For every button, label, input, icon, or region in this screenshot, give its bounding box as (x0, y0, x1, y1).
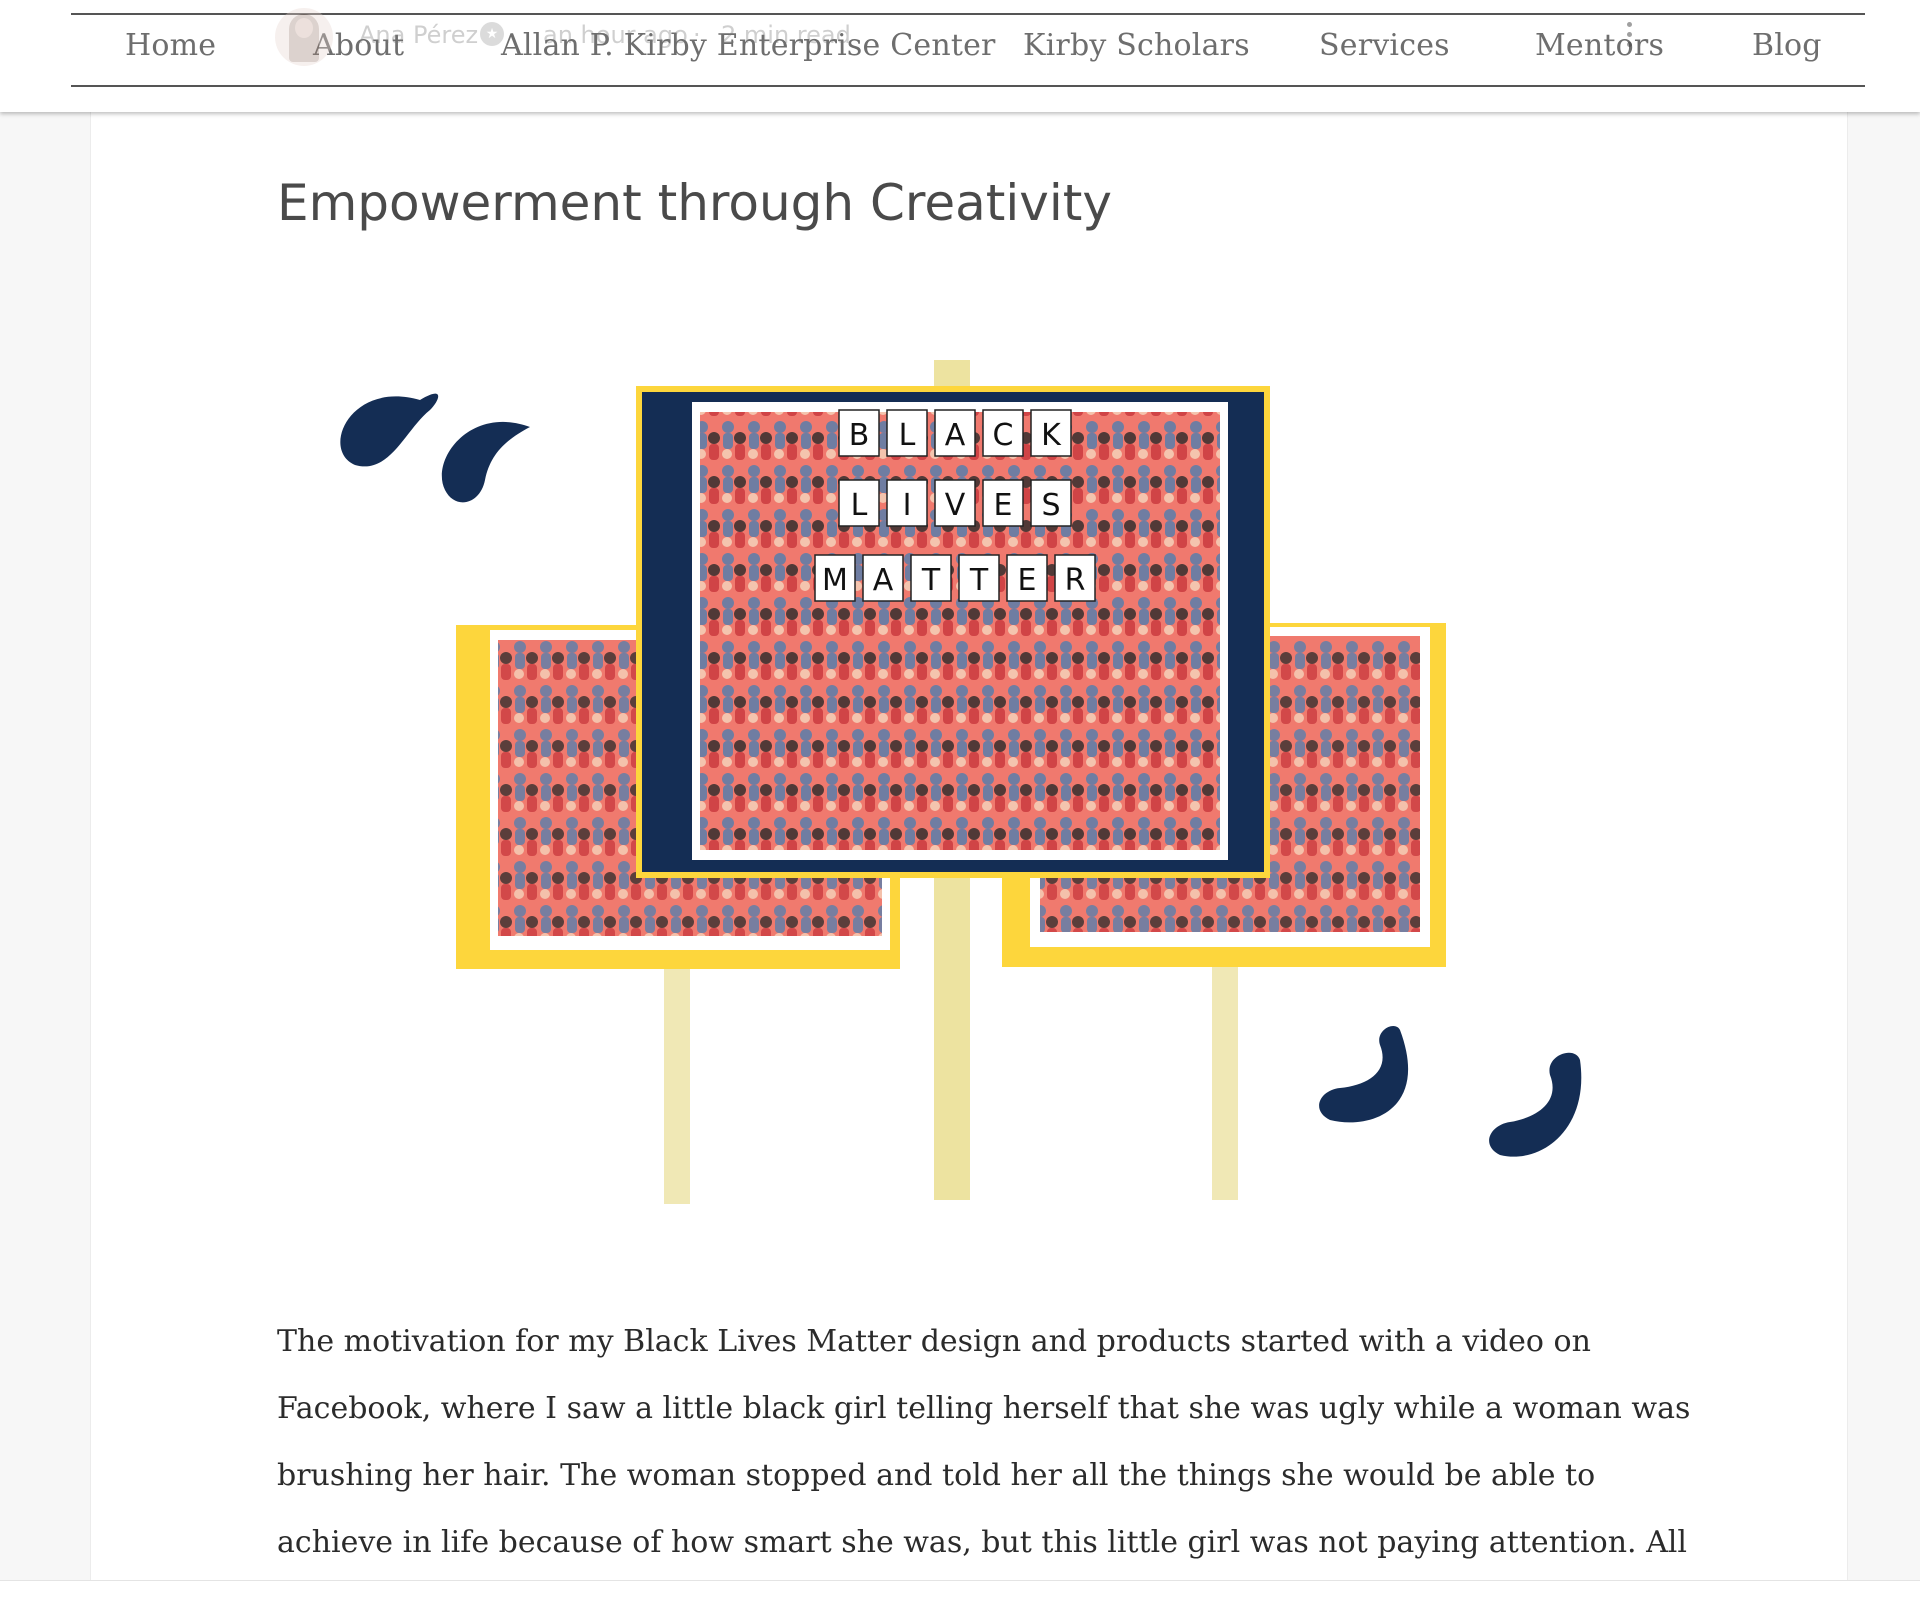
post-time: an hour ago (543, 21, 688, 49)
protest-signs-illustration: B L A C KL I V E SM A T T E R (340, 360, 1582, 1204)
letter-glyph: R (1065, 563, 1086, 598)
body-line: achieve in life because of how smart she… (277, 1525, 1687, 1560)
more-options-icon[interactable] (1627, 22, 1633, 52)
site-header: Home About Allan P. Kirby Enterprise Cen… (0, 0, 1920, 112)
nav-top-rule (71, 13, 1865, 15)
author-avatar[interactable] (275, 8, 333, 66)
nav-item-blog[interactable]: Blog (1752, 28, 1822, 63)
post-hero-image: BLACKLIVESMATTER (330, 330, 1630, 1230)
body-line: Facebook, where I saw a little black gir… (277, 1391, 1691, 1426)
open-quote-icon (340, 393, 530, 503)
letter-glyph: M (822, 563, 848, 598)
main-nav: Home About Allan P. Kirby Enterprise Cen… (71, 16, 1865, 86)
letter-glyph: L (899, 418, 916, 453)
admin-star-icon: ★ (480, 22, 504, 46)
letter-glyph: T (969, 563, 989, 598)
close-quote-icon (1319, 1025, 1582, 1157)
nav-item-kirby-scholars[interactable]: Kirby Scholars (1023, 28, 1250, 63)
nav-item-services[interactable]: Services (1319, 28, 1450, 63)
read-time: 2 min read (721, 21, 851, 49)
body-line: The motivation for my Black Lives Matter… (277, 1324, 1591, 1359)
letter-glyph: K (1041, 418, 1062, 453)
center-sign (636, 386, 1270, 878)
nav-item-mentors[interactable]: Mentors (1535, 28, 1664, 63)
letter-glyph: B (849, 418, 870, 453)
author-name[interactable]: Ana Pérez (359, 21, 478, 49)
letter-glyph: I (903, 488, 912, 523)
letter-glyph: L (851, 488, 868, 523)
meta-separator: · (693, 21, 701, 49)
nav-bottom-rule (71, 85, 1865, 87)
letter-glyph: C (993, 418, 1014, 453)
body-line: brushing her hair. The woman stopped and… (277, 1458, 1596, 1493)
letter-glyph: V (945, 488, 966, 523)
letter-glyph: A (873, 563, 894, 598)
post-body: The motivation for my Black Lives Matter… (277, 1308, 1691, 1576)
letter-glyph: A (945, 418, 966, 453)
post-title: Empowerment through Creativity (277, 173, 1112, 232)
letter-glyph: T (921, 563, 941, 598)
nav-item-home[interactable]: Home (125, 28, 216, 63)
letter-glyph: S (1041, 488, 1060, 523)
letter-glyph: E (994, 488, 1013, 523)
letter-glyph: E (1018, 563, 1037, 598)
page-footer-edge (0, 1580, 1920, 1620)
